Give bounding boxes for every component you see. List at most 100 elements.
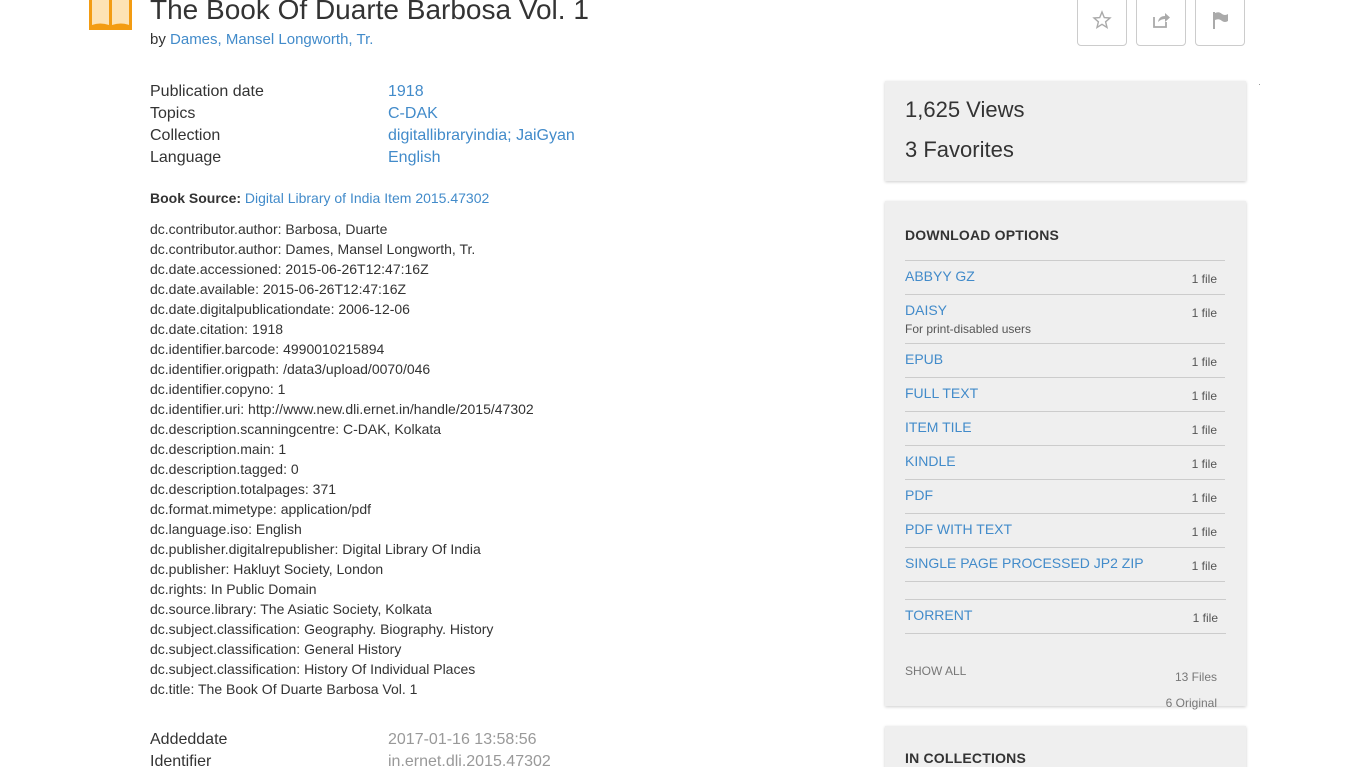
download-item-left: EPUB	[905, 350, 943, 371]
download-item-name[interactable]: FULL TEXT	[905, 384, 978, 402]
language-link[interactable]: English	[388, 147, 440, 169]
download-item[interactable]: EPUB 1 file	[905, 344, 1225, 378]
download-item-count: 1 file	[1191, 389, 1217, 403]
download-item-count: 1 file	[1191, 423, 1217, 437]
book-source-label: Book Source:	[150, 190, 242, 206]
download-item-count: 1 file	[1191, 457, 1217, 471]
download-item-left: ABBYY GZ	[905, 267, 975, 288]
download-item-count: 1 file	[1191, 559, 1217, 573]
dc-metadata-list: dc.contributor.author: Barbosa, Duarte dc…	[150, 219, 534, 699]
download-item-left: PDF	[905, 486, 933, 507]
download-item[interactable]: ABBYY GZ 1 file	[905, 261, 1225, 295]
bottom-metadata-table: Addeddate 2017-01-16 13:58:56 Identifier…	[150, 729, 551, 767]
collection-link[interactable]: JaiGyan	[516, 127, 575, 144]
collection-separator: ;	[507, 127, 512, 144]
download-item-name[interactable]: PDF	[905, 486, 933, 504]
download-item-left: TORRENT	[905, 606, 972, 627]
share-icon	[1153, 13, 1170, 28]
publication-date-link[interactable]: 1918	[388, 81, 424, 103]
dc-metadata-line: dc.identifier.uri: http://www.new.dli.er…	[150, 401, 534, 417]
download-item[interactable]: PDF 1 file	[905, 480, 1225, 514]
download-item[interactable]: SINGLE PAGE PROCESSED JP2 ZIP 1 file	[905, 548, 1225, 582]
author-link[interactable]: Dames, Mansel Longworth, Tr.	[170, 31, 373, 48]
download-item-name[interactable]: ITEM TILE	[905, 418, 972, 436]
dc-metadata-line: dc.date.available: 2015-06-26T12:47:16Z	[150, 281, 407, 297]
dc-metadata-line: dc.date.accessioned: 2015-06-26T12:47:16…	[150, 261, 429, 277]
dc-metadata-line: dc.date.digitalpublicationdate: 2006-12-…	[150, 301, 410, 317]
download-item[interactable]: ITEM TILE 1 file	[905, 412, 1225, 446]
decorative-dot	[1259, 84, 1260, 85]
download-item-left: DAISY For print-disabled users	[905, 301, 1031, 337]
metadata-key: Language	[150, 149, 222, 166]
original-files-count: 6 Original	[1165, 696, 1217, 710]
dc-metadata-line: dc.format.mimetype: application/pdf	[150, 501, 371, 517]
collection-values: digitallibraryindia; JaiGyan	[388, 125, 575, 147]
metadata-row-topics: Topics C-DAK	[150, 103, 575, 125]
metadata-key: Topics	[150, 105, 196, 122]
download-item[interactable]: DAISY For print-disabled users 1 file	[905, 295, 1225, 344]
download-item[interactable]: PDF WITH TEXT 1 file	[905, 514, 1225, 548]
download-item[interactable]: FULL TEXT 1 file	[905, 378, 1225, 412]
stats-panel: 1,625 Views 3 Favorites	[885, 81, 1246, 181]
byline: by Dames, Mansel Longworth, Tr.	[150, 31, 373, 48]
download-item-count: 1 file	[1191, 491, 1217, 505]
flag-icon	[1213, 12, 1228, 29]
download-options-panel: DOWNLOAD OPTIONS ABBYY GZ 1 file DAISY For …	[885, 201, 1246, 710]
metadata-key: Publication date	[150, 83, 264, 100]
topic-link[interactable]: C-DAK	[388, 103, 438, 125]
dc-metadata-line: dc.title: The Book Of Duarte Barbosa Vol…	[150, 681, 418, 697]
star-icon	[1092, 10, 1112, 30]
collection-link[interactable]: digitallibraryindia	[388, 127, 507, 144]
dc-metadata-line: dc.language.iso: English	[150, 521, 302, 537]
dc-metadata-line: dc.description.totalpages: 371	[150, 481, 337, 497]
show-all-link[interactable]: SHOW ALL	[905, 664, 966, 678]
download-item-left: KINDLE	[905, 452, 956, 473]
dc-metadata-line: dc.publisher.digitalrepublisher: Digital…	[150, 541, 481, 557]
addeddate-value: 2017-01-16 13:58:56	[388, 731, 537, 748]
download-item-count: 1 file	[1191, 525, 1217, 539]
dc-metadata-line: dc.identifier.origpath: /data3/upload/00…	[150, 361, 431, 377]
download-item-count: 1 file	[1192, 611, 1218, 625]
download-item-name[interactable]: PDF WITH TEXT	[905, 520, 1012, 538]
share-button[interactable]	[1136, 0, 1186, 46]
download-item-torrent[interactable]: TORRENT 1 file	[905, 600, 1226, 634]
metadata-key: Addeddate	[150, 731, 228, 748]
download-item-count: 1 file	[1191, 355, 1217, 369]
download-item-left: ITEM TILE	[905, 418, 972, 439]
dc-metadata-line: dc.contributor.author: Dames, Mansel Lon…	[150, 241, 476, 257]
download-item[interactable]: KINDLE 1 file	[905, 446, 1225, 480]
views-count: 1,625 Views	[905, 97, 1025, 122]
download-item-name[interactable]: TORRENT	[905, 606, 972, 624]
download-item-name[interactable]: EPUB	[905, 350, 943, 368]
download-list: ABBYY GZ 1 file DAISY For print-disabled us…	[905, 260, 1225, 582]
dc-metadata-line: dc.contributor.author: Barbosa, Duarte	[150, 221, 388, 237]
download-item-name[interactable]: SINGLE PAGE PROCESSED JP2 ZIP	[905, 554, 1144, 572]
favorite-button[interactable]	[1077, 0, 1127, 46]
dc-metadata-line: dc.identifier.copyno: 1	[150, 381, 286, 397]
flag-button[interactable]	[1195, 0, 1245, 46]
metadata-table: Publication date 1918 Topics C-DAK Colle…	[150, 81, 575, 169]
download-item-name[interactable]: KINDLE	[905, 452, 956, 470]
download-item-name[interactable]: ABBYY GZ	[905, 267, 975, 285]
in-collections-panel: IN COLLECTIONS	[885, 726, 1246, 767]
dc-metadata-line: dc.description.tagged: 0	[150, 461, 299, 477]
book-source-link[interactable]: Digital Library of India Item 2015.47302	[245, 190, 489, 206]
metadata-key: Identifier	[150, 753, 212, 767]
book-source: Book Source: Digital Library of India It…	[150, 190, 489, 206]
favorites-count: 3 Favorites	[905, 137, 1014, 162]
dc-metadata-line: dc.rights: In Public Domain	[150, 581, 317, 597]
metadata-row-addeddate: Addeddate 2017-01-16 13:58:56	[150, 729, 551, 751]
download-item-count: 1 file	[1191, 306, 1217, 320]
download-options-heading: DOWNLOAD OPTIONS	[905, 227, 1060, 243]
dc-metadata-line: dc.subject.classification: General Histo…	[150, 641, 402, 657]
metadata-row-identifier: Identifier in.ernet.dli.2015.47302	[150, 751, 551, 767]
dc-metadata-line: dc.date.citation: 1918	[150, 321, 284, 337]
by-prefix: by	[150, 31, 166, 48]
metadata-row-publication-date: Publication date 1918	[150, 81, 575, 103]
download-divider	[905, 582, 1226, 600]
download-item-name[interactable]: DAISY	[905, 301, 1031, 319]
identifier-value: in.ernet.dli.2015.47302	[388, 753, 551, 767]
download-item-left: PDF WITH TEXT	[905, 520, 1012, 541]
metadata-key: Collection	[150, 127, 221, 144]
dc-metadata-line: dc.source.library: The Asiatic Society, …	[150, 601, 432, 617]
